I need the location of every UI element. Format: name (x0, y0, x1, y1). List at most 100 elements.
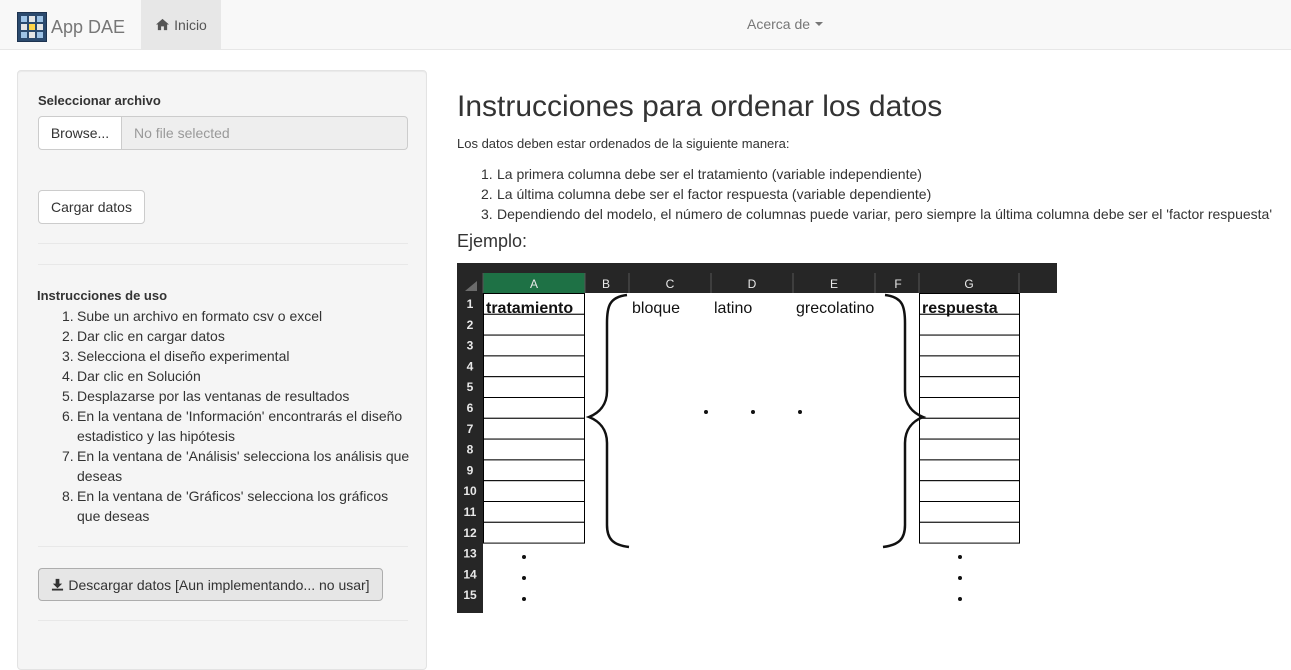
divider (38, 620, 408, 621)
cell-g (919, 376, 1020, 398)
brand-title: App DAE (51, 16, 126, 37)
instructions-title: Instrucciones de uso (37, 288, 168, 303)
cell-a (483, 480, 585, 502)
row-label-11: 11 (464, 505, 477, 519)
spreadsheet-example-image: ABCDEFG 1 2 3 4 5 6 7 8 9 10 11 12 13 14 15 tratamient… (457, 263, 1057, 613)
row-label-1: 1 (467, 297, 474, 311)
header-grecolatino: grecolatino (796, 300, 874, 317)
cell-a (483, 313, 585, 336)
cell-g (919, 334, 1020, 357)
cell-g (919, 417, 1020, 440)
page-title: Instrucciones para ordenar los datos (457, 90, 943, 123)
cell-a (483, 501, 585, 523)
list-item: 3. Selecciona el diseño experimental (62, 348, 290, 364)
row-label-3: 3 (467, 339, 474, 353)
navbar: App DAE Inicio Acerca de (0, 0, 1291, 50)
row-label-6: 6 (467, 401, 474, 415)
download-icon (52, 578, 64, 591)
home-icon (156, 18, 170, 31)
column-label-D: D (748, 277, 757, 291)
cell-a (483, 417, 585, 440)
right-brace (882, 293, 927, 549)
cell-g (919, 397, 1020, 419)
ellipsis-dot (522, 555, 526, 559)
list-item: 6. En la ventana de 'Información' encontr… (62, 408, 403, 444)
cell-a (483, 438, 585, 461)
ellipsis-dot (704, 410, 708, 414)
ellipsis-dot (798, 410, 802, 414)
cell-a (483, 397, 585, 419)
ellipsis-dot (522, 597, 526, 601)
list-item: 8. En la ventana de 'Gráficos' selecciona… (62, 488, 389, 524)
intro-text: Los datos deben estar ordenados de la si… (457, 136, 790, 151)
cell-a (483, 355, 585, 378)
sidebar-panel: Seleccionar archivo Browse... No file se… (17, 70, 427, 670)
cell-a (483, 521, 585, 544)
row-label-2: 2 (467, 318, 474, 332)
row-label-9: 9 (467, 463, 474, 477)
column-label-A: A (530, 277, 538, 291)
column-label-G: G (964, 277, 973, 291)
browse-button[interactable]: Browse... (38, 116, 122, 150)
spreadsheet-svg: ABCDEFG 123456789101112131415 tratamient… (457, 263, 1057, 613)
row-label-5: 5 (467, 380, 474, 394)
row-label-13: 13 (463, 547, 477, 561)
list-item: 3. Dependiendo del modelo, el número de c… (481, 206, 1273, 222)
row-label-14: 14 (463, 567, 477, 581)
header-tratamiento: tratamiento (486, 300, 573, 317)
header-respuesta: respuesta (922, 300, 998, 317)
column-label-B: B (602, 277, 610, 291)
file-name-field[interactable]: No file selected (122, 116, 408, 150)
cell-g (919, 521, 1020, 544)
nav-about-dropdown[interactable]: Acerca de (747, 16, 824, 32)
row-label-15: 15 (463, 588, 477, 602)
download-data-button[interactable]: Descargar datos [Aun implementando... no… (38, 568, 383, 601)
brand[interactable]: App DAE (17, 12, 125, 42)
column-label-E: E (830, 277, 838, 291)
divider (38, 546, 408, 547)
list-item: 1. Sube un archivo en formato csv o excel (62, 308, 323, 324)
row-label-7: 7 (467, 422, 474, 436)
ellipsis-dot (522, 576, 526, 580)
list-item: 4. Dar clic en Solución (62, 368, 201, 384)
file-input-group: Browse... No file selected (38, 116, 408, 150)
row-label-10: 10 (463, 484, 477, 498)
header-bloque: bloque (632, 300, 680, 317)
header-latino: latino (714, 300, 752, 317)
cell-g (919, 438, 1020, 461)
left-brace (585, 293, 630, 549)
cell-g (919, 501, 1020, 523)
cell-g (919, 355, 1020, 378)
app-logo-icon (17, 12, 47, 42)
cell-a (483, 334, 585, 357)
divider (38, 243, 408, 244)
cell-g (919, 313, 1020, 336)
cell-a (483, 459, 585, 482)
cell-g (919, 459, 1020, 482)
column-label-F: F (894, 277, 901, 291)
ellipsis-dot (751, 410, 755, 414)
list-item: 1. La primera columna debe ser el tratami… (481, 166, 922, 182)
divider (38, 264, 408, 265)
row-label-8: 8 (467, 443, 474, 457)
row-label-4: 4 (467, 359, 474, 373)
download-label: Descargar datos [Aun implementando... no… (68, 576, 370, 593)
nav-home-label: Inicio (174, 16, 207, 33)
list-item: 2. La última columna debe ser el factor r… (481, 186, 932, 202)
column-label-C: C (666, 277, 675, 291)
list-item: 2. Dar clic en cargar datos (62, 328, 225, 344)
list-item: 5. Desplazarse por las ventanas de result… (62, 388, 350, 404)
row-label-12: 12 (463, 526, 477, 540)
nav-home-tab[interactable]: Inicio (141, 0, 221, 49)
caret-down-icon (815, 22, 824, 26)
file-input-label: Seleccionar archivo (38, 93, 161, 108)
ellipsis-dot (958, 555, 962, 559)
load-data-button[interactable]: Cargar datos (38, 190, 145, 224)
cell-g (919, 480, 1020, 502)
rules-list: 1. La primera columna debe ser el tratami… (457, 164, 1272, 224)
nav-about-label: Acerca de (747, 16, 811, 32)
instructions-list: 1. Sube un archivo en formato csv o excel… (37, 306, 412, 526)
cell-a (483, 376, 585, 398)
ellipsis-dot (958, 597, 962, 601)
example-label: Ejemplo: (457, 231, 528, 251)
